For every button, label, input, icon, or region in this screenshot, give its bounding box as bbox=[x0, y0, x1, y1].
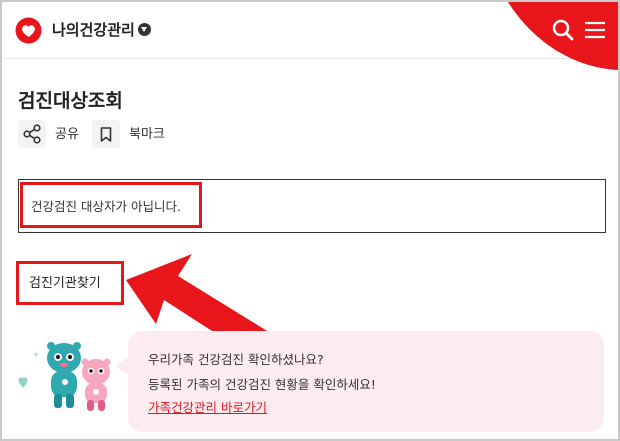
share-button[interactable]: 공유 bbox=[18, 120, 88, 150]
banner-text-line2: 등록된 가족의 건강검진 현황을 확인하세요! bbox=[148, 377, 376, 392]
banner-text-line1: 우리가족 건강검진 확인하셨나요? bbox=[148, 352, 324, 367]
site-title[interactable]: 나의건강관리 bbox=[52, 19, 135, 40]
highlight-box-find-link bbox=[16, 261, 124, 305]
heart-logo-icon[interactable] bbox=[15, 17, 42, 44]
search-icon[interactable] bbox=[550, 17, 576, 43]
browser-frame: 나의건강관리 검진대상조회 공유 북마크 건강검진 대상자가 아닙니다. 검진기… bbox=[0, 0, 620, 441]
hamburger-menu-icon[interactable] bbox=[583, 19, 607, 41]
bookmark-button[interactable]: 북마크 bbox=[92, 120, 182, 150]
site-header: 나의건강관리 bbox=[2, 2, 618, 70]
share-icon bbox=[18, 120, 46, 148]
share-label: 공유 bbox=[55, 127, 79, 142]
bookmark-icon bbox=[92, 120, 120, 148]
svg-text:✦: ✦ bbox=[32, 350, 40, 361]
highlight-box-notice bbox=[20, 182, 202, 228]
mascot-illustration: ✦ bbox=[18, 342, 111, 411]
page-title: 검진대상조회 bbox=[18, 90, 123, 112]
chevron-down-icon[interactable] bbox=[138, 23, 151, 36]
family-health-link[interactable]: 가족건강관리 바로가기 bbox=[148, 397, 267, 416]
bookmark-label: 북마크 bbox=[129, 127, 165, 142]
